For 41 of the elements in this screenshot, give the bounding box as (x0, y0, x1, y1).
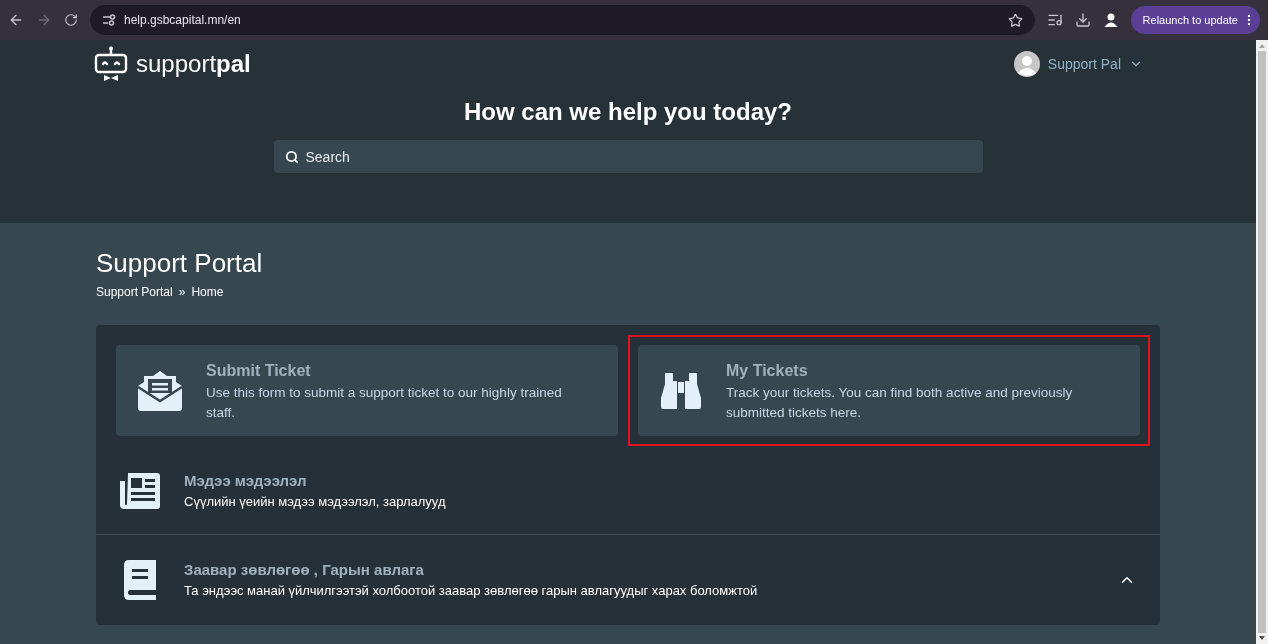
card-description: Track your tickets. You can find both active and previously submitted tickets here. (726, 383, 1074, 422)
card-description: Use this form to submit a support ticket to our highly trained staff. (206, 383, 563, 422)
newspaper-icon (120, 473, 160, 509)
scrollbar-thumb[interactable] (1258, 51, 1266, 633)
category-description: Та эндээс манай үйлчилгээтэй холбоотой заавар зөвлөгөө гарын авлагуудыг харах боломжтой (184, 582, 759, 601)
category-title: Заавар зөвлөгөө , Гарын авлага (184, 559, 425, 580)
avatar-icon (1013, 51, 1040, 77)
action-card[interactable]: Submit Ticket Use this form to submit a support ticket to our highly trained staff. (116, 345, 618, 436)
scrollbar[interactable] (1256, 40, 1268, 644)
action-card[interactable]: My Tickets Track your tickets. You can find both active and previously submitted tickets here. (638, 345, 1140, 436)
card-title: My Tickets (726, 360, 809, 381)
category-row[interactable]: Мэдээ мэдээлэл Сүүлийн үеийн мэдээ мэдээлэл, зарлалууд (96, 448, 1160, 534)
scroll-down-icon[interactable] (1259, 636, 1265, 640)
page-title: Support Portal (96, 247, 264, 279)
book-icon (124, 560, 156, 600)
search-field[interactable]: Search (273, 140, 983, 173)
hero-title: How can we help you today? (462, 97, 793, 127)
breadcrumb-link[interactable]: Support Portal (96, 283, 173, 301)
logo[interactable]: supportpal (94, 46, 251, 82)
category-description: Сүүлийн үеийн мэдээ мэдээлэл, зарлалууд (184, 493, 447, 512)
media-controls-icon[interactable] (1046, 12, 1063, 28)
breadcrumb-separator: » (178, 284, 186, 301)
user-menu[interactable]: Support Pal (1013, 51, 1143, 77)
envelope-icon (137, 369, 183, 412)
user-name: Support Pal (1047, 54, 1121, 74)
download-icon[interactable] (1074, 12, 1091, 28)
relaunch-button[interactable]: Relaunch to update (1130, 6, 1260, 34)
site-settings-icon[interactable] (102, 14, 116, 26)
back-icon[interactable] (8, 12, 24, 28)
category-title: Мэдээ мэдээлэл (184, 470, 308, 491)
binoculars-icon (660, 371, 702, 410)
card-title: Submit Ticket (206, 360, 312, 381)
url-text: help.gsbcapital.mn/en (124, 12, 241, 29)
search-icon (284, 150, 299, 164)
bookmark-star-icon[interactable] (1007, 12, 1023, 28)
logo-text: supportpal (136, 52, 251, 76)
category-row[interactable]: Заавар зөвлөгөө , Гарын авлага Та эндээс манай үйлчилгээтэй холбоотой заавар зөвлөгөө гарын авлагуудыг харах боломжтой (96, 534, 1160, 625)
robot-logo-icon (94, 46, 128, 82)
reload-icon[interactable] (64, 13, 78, 27)
address-bar[interactable]: help.gsbcapital.mn/en (90, 5, 1035, 35)
profile-icon[interactable] (1102, 12, 1119, 28)
